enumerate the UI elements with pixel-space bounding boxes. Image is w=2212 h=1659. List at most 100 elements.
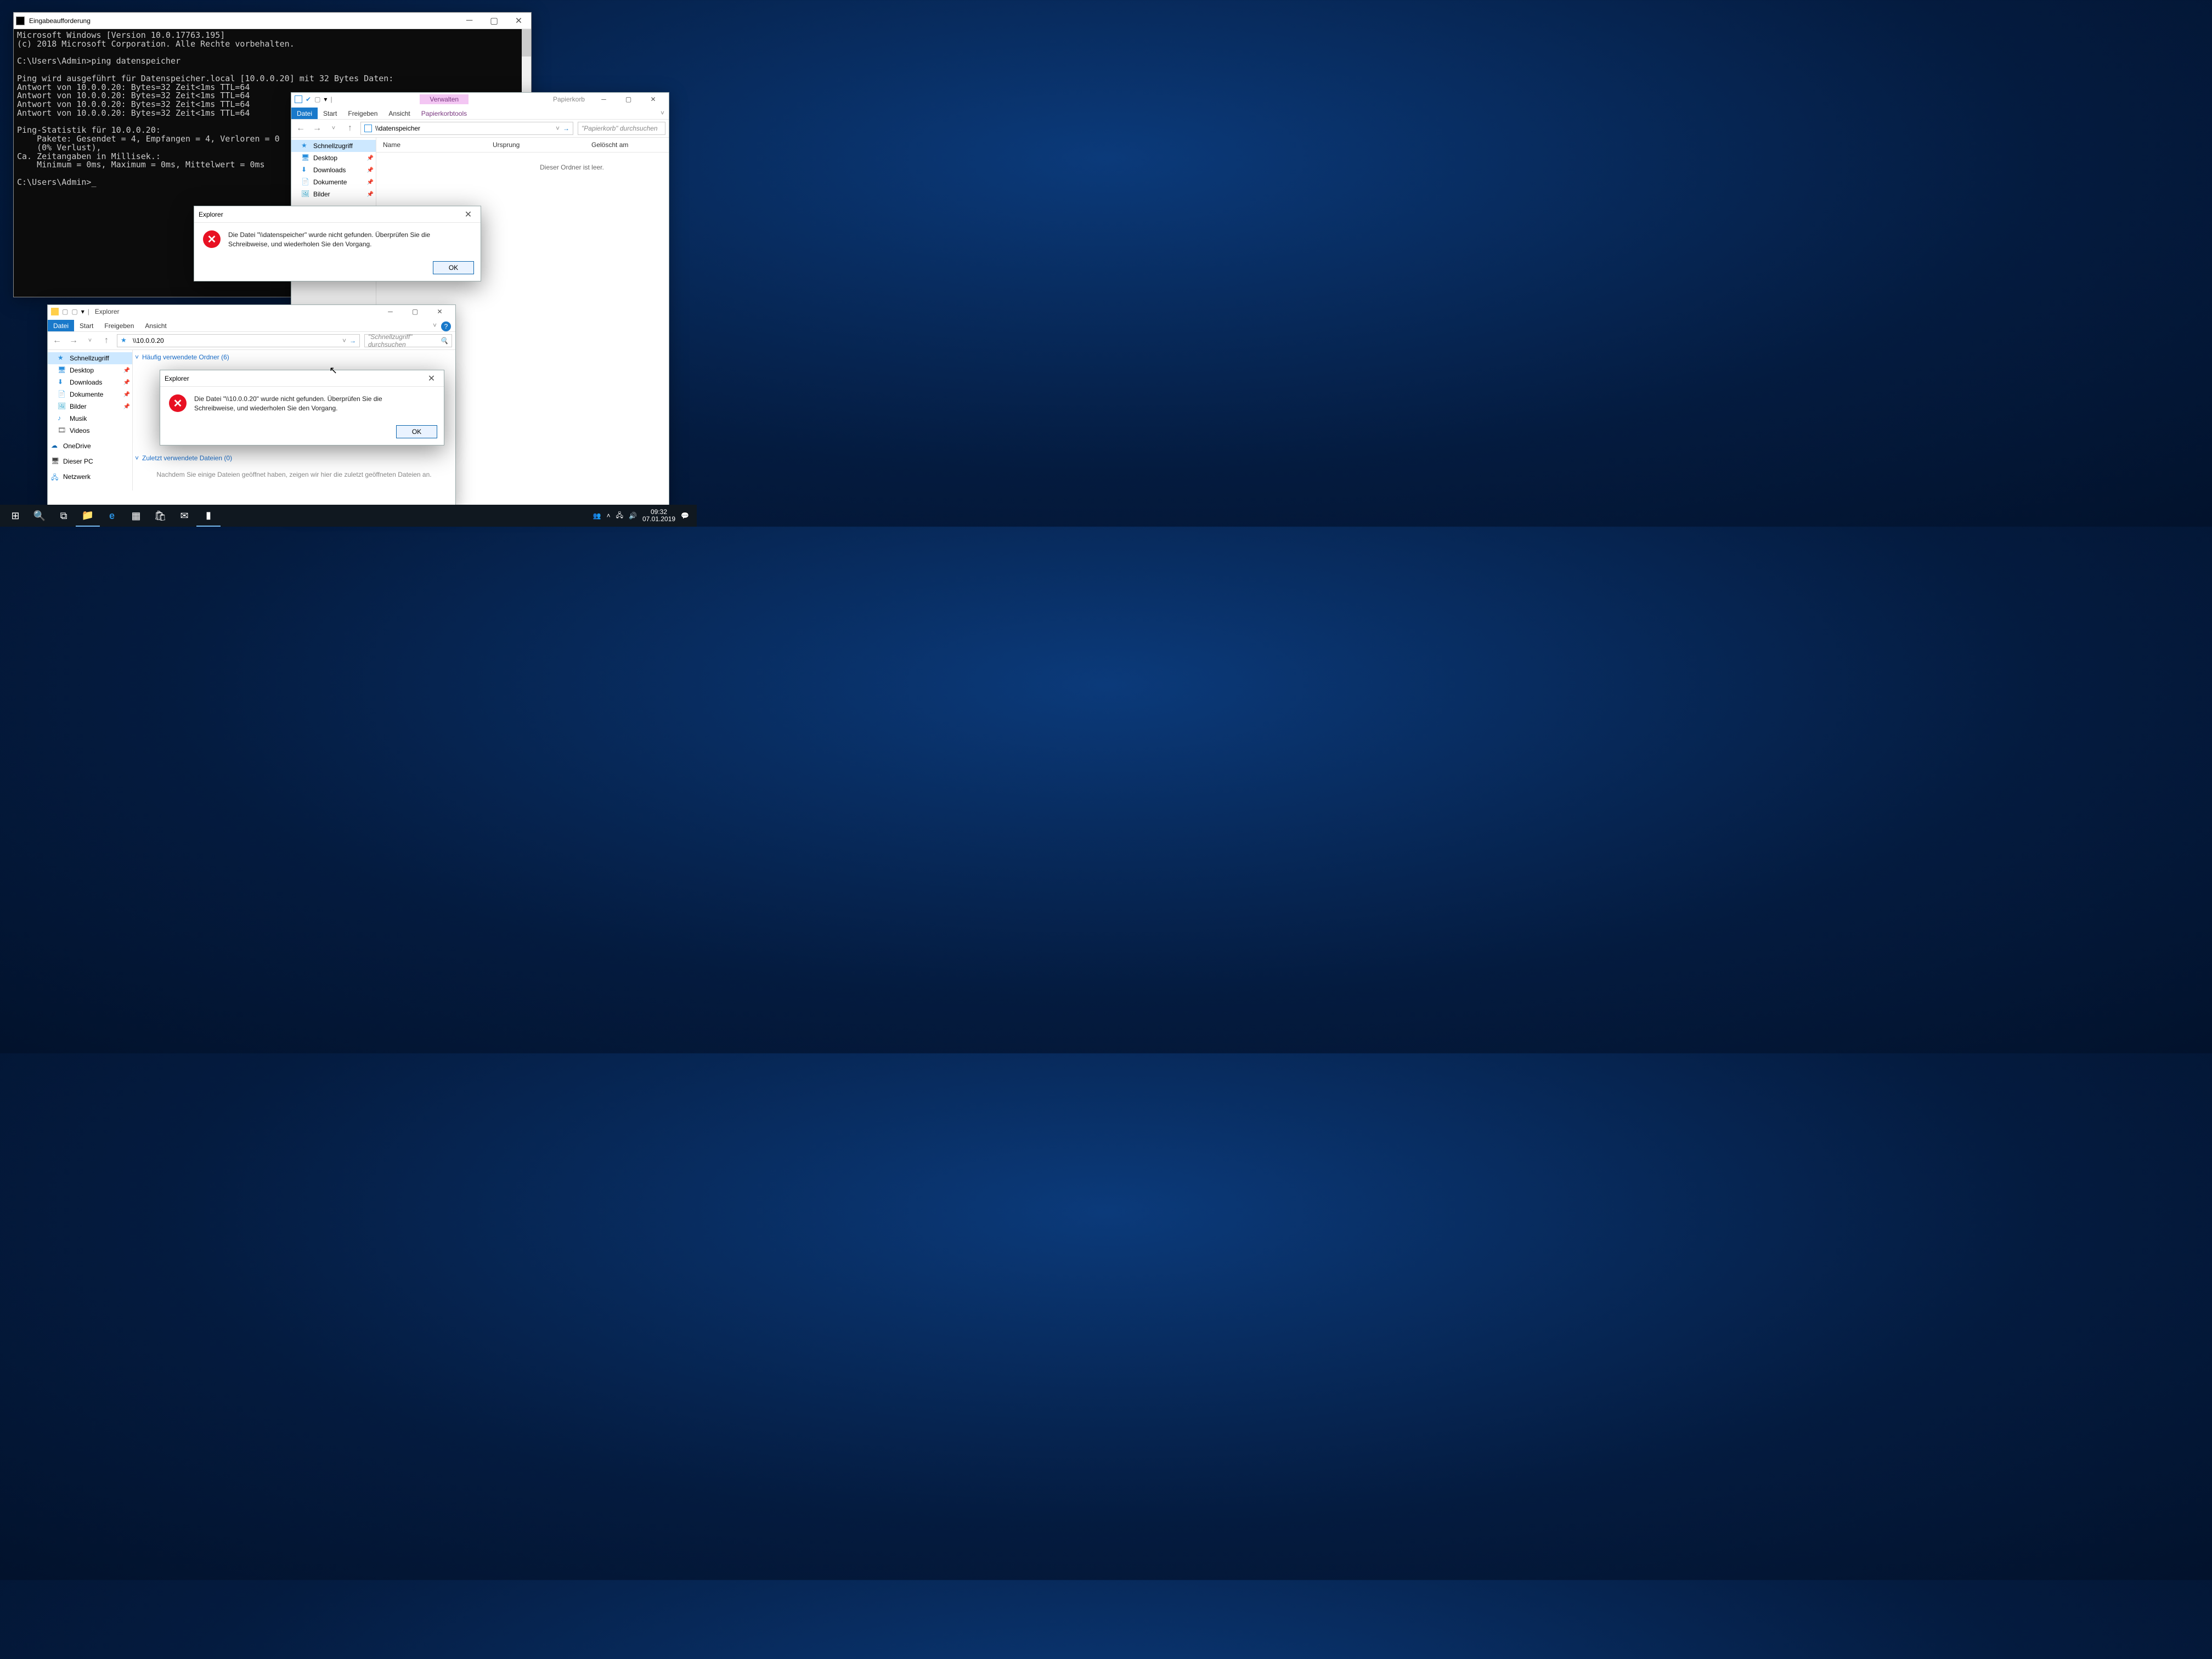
action-center-icon[interactable]: 💬 [681, 512, 689, 520]
pictures-icon: 🖼 [58, 402, 66, 411]
taskbar-edge[interactable]: e [100, 505, 124, 527]
address-dropdown-icon[interactable]: ˅ [556, 125, 560, 132]
address-go-icon[interactable]: → [349, 337, 356, 345]
address-go-icon[interactable]: → [563, 125, 569, 132]
ribbon-expand-icon[interactable]: ˅ [428, 319, 441, 331]
col-name[interactable]: Name [376, 141, 486, 149]
dialog-message: Die Datei "\\datenspeicher" wurde nicht … [228, 230, 459, 249]
maximize-button[interactable]: ▢ [616, 91, 641, 108]
taskbar-cmd[interactable]: ▮ [196, 505, 221, 527]
tab-view[interactable]: Ansicht [383, 108, 415, 119]
volume-tray-icon[interactable]: 🔊 [629, 512, 637, 520]
empty-folder-text: Dieser Ordner ist leer. [475, 153, 669, 182]
qat-dropdown-icon[interactable]: ▾ [324, 95, 327, 103]
tree-desktop[interactable]: 🖥Desktop📌 [291, 152, 376, 164]
tree-documents[interactable]: 📄Dokumente📌 [291, 176, 376, 188]
tree-pictures[interactable]: 🖼Bilder📌 [291, 188, 376, 200]
tab-file[interactable]: Datei [48, 320, 74, 331]
desktop-icon: 🖥 [301, 154, 310, 162]
nav-recent-dropdown[interactable]: ˅ [84, 337, 96, 344]
ok-button[interactable]: OK [396, 425, 437, 438]
search-button[interactable]: 🔍 [27, 505, 52, 527]
address-bar[interactable]: \\datenspeicher ˅ → [360, 122, 573, 135]
search-input[interactable]: "Schnellzugriff" durchsuchen 🔍 [364, 334, 452, 347]
help-icon[interactable]: ? [441, 321, 451, 331]
tab-view[interactable]: Ansicht [139, 320, 172, 331]
scroll-thumb[interactable] [522, 29, 531, 57]
tree-onedrive[interactable]: ☁OneDrive [48, 440, 132, 452]
nav-up-button[interactable]: ↑ [100, 336, 112, 346]
desktop-icon: 🖥 [58, 366, 66, 375]
network-tray-icon[interactable]: 🖧 [616, 510, 623, 522]
tray-overflow-icon[interactable]: ˄ [607, 512, 611, 520]
tree-music[interactable]: ♪Musik [48, 413, 132, 425]
close-button[interactable]: ✕ [456, 206, 481, 223]
nav-back-button[interactable]: ← [295, 123, 307, 133]
quick-access-toolbar: ▢ ▢ ▾ | Explorer ─ ▢ ✕ [48, 305, 455, 318]
address-text: \\10.0.0.20 [133, 337, 164, 345]
document-icon: 📄 [301, 178, 310, 187]
music-icon: ♪ [58, 414, 66, 423]
nav-forward-button[interactable]: → [311, 123, 323, 133]
maximize-button[interactable]: ▢ [482, 13, 506, 29]
tree-quick-access[interactable]: ★Schnellzugriff [48, 352, 132, 364]
close-button[interactable]: ✕ [641, 91, 665, 108]
close-button[interactable]: ✕ [427, 303, 452, 320]
tree-quick-access[interactable]: ★Schnellzugriff [291, 140, 376, 152]
taskbar-explorer[interactable]: 📁 [76, 505, 100, 527]
minimize-button[interactable]: ─ [457, 13, 482, 29]
people-icon[interactable]: 👥 [593, 512, 601, 520]
close-button[interactable]: ✕ [419, 370, 444, 387]
nav-forward-button[interactable]: → [67, 336, 80, 346]
tab-start[interactable]: Start [318, 108, 342, 119]
tab-file[interactable]: Datei [291, 108, 318, 119]
nav-back-button[interactable]: ← [51, 336, 63, 346]
taskbar-store[interactable]: 🛍 [148, 505, 172, 527]
search-input[interactable]: "Papierkorb" durchsuchen [578, 122, 665, 135]
tab-share[interactable]: Freigeben [342, 108, 383, 119]
address-dropdown-icon[interactable]: ˅ [342, 337, 346, 345]
chevron-down-icon: ˅ [135, 353, 139, 361]
section-frequent-folders[interactable]: ˅Häufig verwendete Ordner (6) [133, 350, 455, 364]
address-bar[interactable]: ★ \\10.0.0.20 ˅ → [117, 334, 360, 347]
tree-downloads[interactable]: ⬇Downloads📌 [291, 164, 376, 176]
qat-dropdown-icon[interactable]: ▾ [81, 308, 84, 315]
tab-recyclebin-tools[interactable]: Papierkorbtools [416, 108, 472, 119]
col-deleted[interactable]: Gelöscht am [585, 141, 635, 149]
cmd-icon [16, 16, 25, 25]
maximize-button[interactable]: ▢ [403, 303, 427, 320]
column-headers[interactable]: Name Ursprung Gelöscht am [376, 138, 669, 153]
start-button[interactable]: ⊞ [3, 505, 27, 527]
error-icon: ✕ [203, 230, 221, 248]
minimize-button[interactable]: ─ [378, 303, 403, 320]
nav-recent-dropdown[interactable]: ˅ [328, 125, 340, 132]
tree-pictures[interactable]: 🖼Bilder📌 [48, 400, 132, 413]
nav-up-button[interactable]: ↑ [344, 123, 356, 133]
taskview-button[interactable]: ⧉ [52, 505, 76, 527]
tree-downloads[interactable]: ⬇Downloads📌 [48, 376, 132, 388]
clock[interactable]: 09:32 07.01.2019 [642, 509, 675, 523]
address-text: \\datenspeicher [375, 125, 420, 132]
nav-tree: ★Schnellzugriff 🖥Desktop📌 ⬇Downloads📌 📄D… [48, 350, 133, 490]
qat-icon[interactable]: ▢ [71, 308, 77, 315]
qat-folder-icon[interactable]: ▢ [314, 95, 320, 103]
tree-network[interactable]: 🖧Netzwerk [48, 471, 132, 483]
tree-this-pc[interactable]: 🖥Dieser PC [48, 455, 132, 467]
col-origin[interactable]: Ursprung [486, 141, 585, 149]
taskbar-mail[interactable]: ✉ [172, 505, 196, 527]
close-button[interactable]: ✕ [506, 13, 531, 29]
tab-share[interactable]: Freigeben [99, 320, 139, 331]
taskbar-app[interactable]: ▦ [124, 505, 148, 527]
ribbon-expand-icon[interactable]: ˅ [656, 107, 669, 119]
section-recent-files[interactable]: ˅Zuletzt verwendete Dateien (0) [133, 451, 455, 465]
tree-videos[interactable]: 🎞Videos [48, 425, 132, 437]
tree-documents[interactable]: 📄Dokumente📌 [48, 388, 132, 400]
minimize-button[interactable]: ─ [591, 91, 616, 108]
tab-start[interactable]: Start [74, 320, 99, 331]
cmd-titlebar[interactable]: Eingabeaufforderung ─ ▢ ✕ [14, 13, 531, 29]
tree-desktop[interactable]: 🖥Desktop📌 [48, 364, 132, 376]
ok-button[interactable]: OK [433, 261, 474, 274]
qat-check-icon[interactable]: ✔ [306, 95, 311, 103]
qat-icon[interactable]: ▢ [62, 308, 68, 315]
ribbon-tabs: Datei Start Freigeben Ansicht ˅ ? [48, 318, 455, 331]
